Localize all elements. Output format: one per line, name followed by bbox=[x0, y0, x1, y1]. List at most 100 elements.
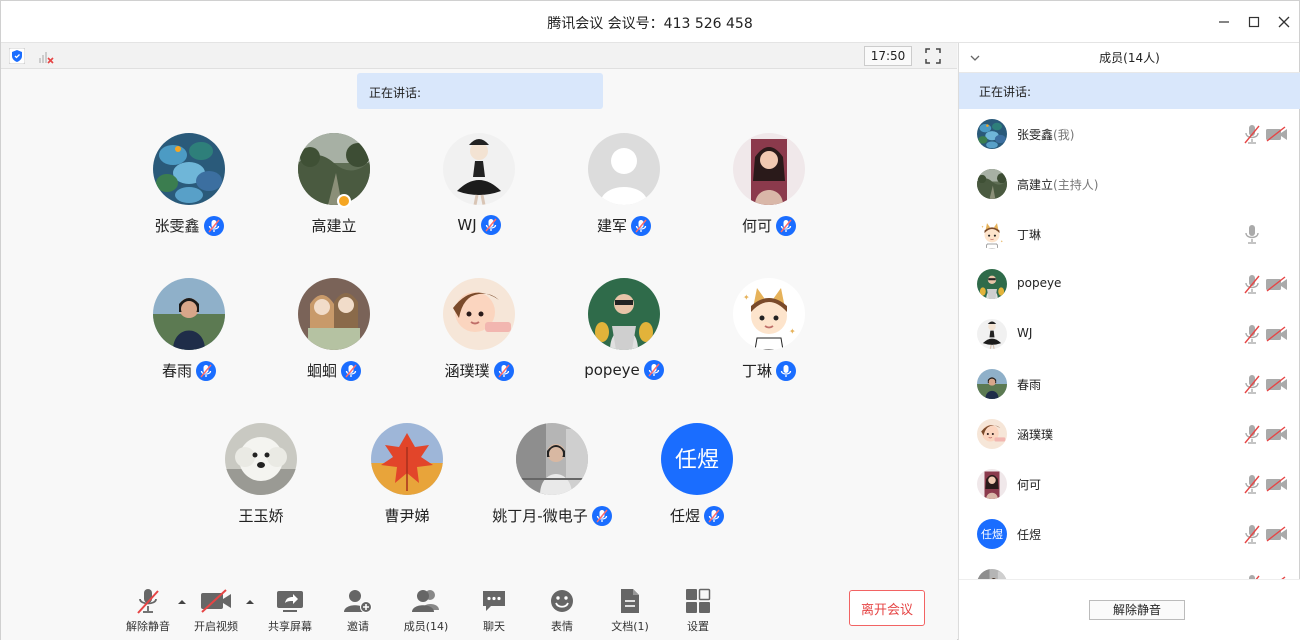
members-icon bbox=[412, 590, 439, 612]
mic-muted-icon[interactable] bbox=[1243, 424, 1261, 444]
fullscreen-icon[interactable] bbox=[925, 48, 941, 64]
member-row[interactable]: ✦ ✦ 丁琳 bbox=[959, 209, 1300, 259]
avatar bbox=[588, 133, 660, 205]
maximize-button[interactable] bbox=[1245, 13, 1263, 31]
mic-muted-icon bbox=[341, 360, 361, 381]
participant-name-row: 张雯鑫 bbox=[119, 215, 259, 236]
leave-meeting-button[interactable]: 离开会议 bbox=[849, 590, 925, 626]
host-badge-icon bbox=[337, 194, 351, 208]
participant-name: popeye bbox=[584, 361, 640, 379]
video-off-icon bbox=[201, 589, 231, 613]
network-signal-icon[interactable] bbox=[37, 47, 55, 65]
members-button[interactable]: 成员(14) bbox=[394, 586, 458, 638]
mic-muted-icon[interactable] bbox=[1243, 374, 1261, 394]
camera-off-icon[interactable] bbox=[1265, 526, 1289, 542]
participant-tile[interactable]: 张雯鑫 bbox=[119, 133, 259, 243]
member-name-text: 张雯鑫 bbox=[1017, 128, 1054, 142]
participant-name: 蛔蛔 bbox=[306, 362, 337, 380]
participant-name: 张雯鑫 bbox=[154, 217, 200, 235]
share-screen-button[interactable]: 共享屏幕 bbox=[258, 586, 322, 638]
avatar bbox=[443, 133, 515, 205]
member-row[interactable]: 高建立(主持人) bbox=[959, 159, 1300, 209]
member-name-text: 涵璞璞 bbox=[1017, 428, 1054, 442]
camera-off-icon[interactable] bbox=[1265, 376, 1289, 392]
participant-name-row: 丁琳 bbox=[699, 360, 839, 381]
participant-tile[interactable]: 姚丁月-微电子 bbox=[482, 423, 622, 533]
participant-tile[interactable]: 王玉娇 bbox=[191, 423, 331, 533]
mic-muted-icon[interactable] bbox=[1243, 274, 1261, 294]
emoji-button[interactable]: 表情 bbox=[530, 586, 594, 638]
participant-tile[interactable]: 何可 bbox=[699, 133, 839, 243]
close-button[interactable] bbox=[1275, 13, 1293, 31]
minimize-button[interactable] bbox=[1215, 13, 1233, 31]
minimize-icon bbox=[1219, 21, 1229, 23]
member-row[interactable]: 涵璞璞 bbox=[959, 409, 1300, 459]
mic-muted-icon[interactable] bbox=[1243, 474, 1261, 494]
participant-name: 丁琳 bbox=[741, 362, 772, 380]
unmute-button[interactable]: 解除静音 bbox=[116, 586, 180, 638]
avatar bbox=[298, 278, 370, 350]
avatar bbox=[153, 133, 225, 205]
mic-muted-icon bbox=[631, 215, 651, 236]
participant-tile[interactable]: 高建立 bbox=[264, 133, 404, 243]
mic-on-icon[interactable] bbox=[1243, 224, 1261, 244]
member-name: 张雯鑫(我) bbox=[1017, 126, 1074, 143]
chevron-down-icon[interactable] bbox=[969, 52, 981, 64]
member-row[interactable]: 任煜 任煜 bbox=[959, 509, 1300, 559]
participant-name-row: popeye bbox=[554, 360, 694, 380]
camera-off-icon[interactable] bbox=[1265, 276, 1289, 292]
start-video-button[interactable]: 开启视频 bbox=[184, 586, 248, 638]
members-panel-header: 成员(14人) bbox=[959, 43, 1300, 73]
participant-tile[interactable]: 蛔蛔 bbox=[264, 278, 404, 388]
mic-muted-icon bbox=[196, 360, 216, 381]
camera-off-icon[interactable] bbox=[1265, 476, 1289, 492]
member-name: 何可 bbox=[1017, 476, 1041, 493]
member-avatar bbox=[977, 269, 1007, 299]
participant-tile[interactable]: 任煜 任煜 bbox=[627, 423, 767, 533]
member-name: 春雨 bbox=[1017, 376, 1041, 393]
member-row[interactable]: 张雯鑫(我) bbox=[959, 109, 1300, 159]
members-panel-footer: 解除静音 bbox=[959, 579, 1300, 640]
video-options-caret-icon[interactable] bbox=[245, 598, 255, 606]
participant-name-row: 曹尹娣 bbox=[337, 505, 477, 526]
member-name: 高建立(主持人) bbox=[1017, 176, 1098, 193]
camera-off-icon[interactable] bbox=[1265, 426, 1289, 442]
share-screen-icon bbox=[277, 591, 303, 612]
participant-name: WJ bbox=[457, 216, 477, 234]
participant-tile[interactable]: 曹尹娣 bbox=[337, 423, 477, 533]
participant-tile[interactable]: popeye bbox=[554, 278, 694, 388]
invite-button[interactable]: 邀请 bbox=[326, 586, 390, 638]
participant-tile[interactable]: 建军 bbox=[554, 133, 694, 243]
member-row[interactable] bbox=[959, 559, 1300, 579]
mic-muted-icon[interactable] bbox=[1243, 124, 1261, 144]
mic-muted-icon bbox=[591, 505, 612, 526]
members-panel: 成员(14人) 正在讲话: 张雯鑫(我) 高建立(主持人) ✦ ✦ 丁琳 popeye WJ… bbox=[958, 43, 1300, 640]
participant-tile[interactable]: 涵璞璞 bbox=[409, 278, 549, 388]
svg-text:任煜: 任煜 bbox=[675, 448, 719, 473]
camera-off-icon[interactable] bbox=[1265, 126, 1289, 142]
participant-tile[interactable]: 春雨 bbox=[119, 278, 259, 388]
documents-button[interactable]: 文档(1) bbox=[598, 586, 662, 638]
member-name-text: 何可 bbox=[1017, 478, 1042, 492]
member-row[interactable]: WJ bbox=[959, 309, 1300, 359]
participant-name-row: 蛔蛔 bbox=[264, 360, 404, 381]
participant-name: 涵璞璞 bbox=[444, 362, 490, 380]
participant-tile[interactable]: WJ bbox=[409, 133, 549, 243]
member-name-text: 任煜 bbox=[1017, 528, 1042, 542]
participant-name-row: 春雨 bbox=[119, 360, 259, 381]
chat-button[interactable]: 聊天 bbox=[462, 586, 526, 638]
status-toolbar: 17:50 bbox=[1, 43, 957, 69]
member-row[interactable]: 春雨 bbox=[959, 359, 1300, 409]
svg-text:✦: ✦ bbox=[789, 327, 796, 336]
member-row[interactable]: 何可 bbox=[959, 459, 1300, 509]
security-shield-icon[interactable] bbox=[9, 48, 25, 64]
participant-name: 任煜 bbox=[669, 507, 700, 525]
settings-button[interactable]: 设置 bbox=[666, 586, 730, 638]
mic-muted-icon[interactable] bbox=[1243, 324, 1261, 344]
member-row[interactable]: popeye bbox=[959, 259, 1300, 309]
participant-name-row: 何可 bbox=[699, 215, 839, 236]
participant-tile[interactable]: ✦ ✦ 丁琳 bbox=[699, 278, 839, 388]
camera-off-icon[interactable] bbox=[1265, 326, 1289, 342]
mic-muted-icon[interactable] bbox=[1243, 524, 1261, 544]
unmute-all-button[interactable]: 解除静音 bbox=[1089, 600, 1185, 620]
